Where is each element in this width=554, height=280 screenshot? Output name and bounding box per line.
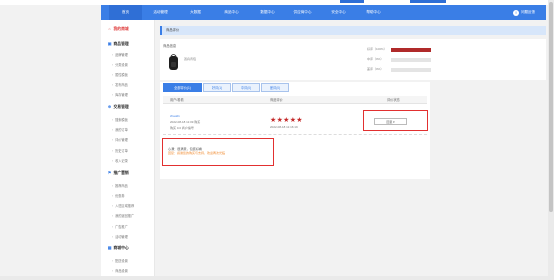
sidebar-item[interactable]: 配送设置: [112, 258, 128, 263]
scrollbar-thumb[interactable]: [549, 2, 553, 212]
sidebar-item[interactable]: 评价管理: [112, 137, 128, 142]
nav-home[interactable]: 首页: [109, 5, 142, 20]
page-title: 商品评价: [166, 28, 180, 32]
box-icon: ▣: [107, 42, 112, 46]
col-header-status: 评价状态: [387, 98, 400, 102]
sidebar-section-mall[interactable]: ⌂ 我的商城: [107, 27, 129, 32]
page-header: 商品评价: [160, 26, 546, 35]
notice-icon[interactable]: !: [513, 9, 519, 16]
col-header-user: 用户/看看: [170, 98, 184, 102]
col-header-review: 商品评价: [270, 98, 283, 102]
nav-activity[interactable]: 活动管理: [144, 5, 177, 20]
nav-data[interactable]: 数据中心: [251, 5, 284, 20]
seller-reply: 回复：感谢您的购买与支持，欢迎再次光临: [168, 151, 226, 155]
rating-bar: [391, 47, 431, 52]
rating-bar: [391, 67, 431, 72]
cart-icon: ⊕: [107, 105, 112, 109]
section-title: 我的商城: [113, 27, 129, 31]
sidebar-item[interactable]: 我的返回推广: [112, 213, 134, 218]
rating-fill: [391, 47, 431, 52]
nav-security[interactable]: 安全中心: [322, 5, 355, 20]
backpack-image: [169, 54, 178, 70]
nav-bigdata[interactable]: 大数据: [179, 5, 212, 20]
feedback-link[interactable]: 问题反馈: [521, 5, 535, 20]
sidebar-section-marketing[interactable]: ⚑ 推广营销: [107, 170, 129, 176]
sidebar-item[interactable]: 广告推广: [112, 224, 128, 229]
user-name[interactable]: zhao01: [170, 114, 180, 118]
sidebar-item[interactable]: 分类设置: [112, 62, 128, 67]
reply-button[interactable]: 回复 ▾: [374, 118, 407, 125]
sidebar-item[interactable]: 推荐商品: [112, 183, 128, 188]
top-action-button[interactable]: [340, 0, 364, 3]
sidebar-item[interactable]: 我的订单: [112, 127, 128, 132]
section-title: 商品管理: [113, 42, 129, 46]
flag-icon: ⚑: [107, 171, 112, 175]
section-title: 商城中心: [113, 246, 129, 250]
horizontal-scrollbar[interactable]: [0, 276, 548, 280]
review-date: 2022-08-18 11:16:19: [270, 125, 298, 129]
sidebar-item[interactable]: 属性模板: [112, 72, 128, 77]
sidebar-item[interactable]: 发布商品: [112, 82, 128, 87]
sidebar-section-products[interactable]: ▣ 商品管理: [107, 41, 129, 47]
rating-label: 好评（100%）: [367, 47, 387, 51]
section-title: 交易管理: [113, 105, 129, 109]
sidebar: [101, 20, 155, 276]
row-divider: [163, 134, 427, 135]
nav-help[interactable]: 帮助中心: [357, 5, 390, 20]
sidebar-item[interactable]: 活动管理: [112, 234, 128, 239]
top-nav: 首页 活动管理 大数据 商品中心 数据中心 供应商中心 安全中心 帮助中心 ! …: [101, 5, 546, 20]
purchase-date: 2022-08-18 11:09 购买: [170, 120, 201, 124]
tab-mid[interactable]: 中评(0): [232, 83, 260, 92]
sidebar-item[interactable]: 收入记录: [112, 158, 128, 163]
tab-bad[interactable]: 差评(0): [261, 83, 289, 92]
tab-all[interactable]: 全部评价(1): [163, 83, 202, 92]
rating-label: 差评（0%）: [367, 67, 384, 71]
home-icon: ⌂: [108, 27, 111, 31]
sidebar-item[interactable]: 商品设置: [112, 268, 128, 273]
review-table: [160, 94, 430, 179]
star-rating: ★★★★★: [270, 117, 303, 124]
rating-label: 中评（0%）: [367, 57, 384, 61]
tab-good[interactable]: 好评(1): [203, 83, 231, 92]
sidebar-item[interactable]: 历史订单: [112, 148, 128, 153]
rating-bar: [391, 57, 431, 62]
sidebar-item[interactable]: 优惠券: [112, 193, 125, 198]
top-login-button[interactable]: [410, 0, 446, 3]
sidebar-item[interactable]: 库存管理: [112, 92, 128, 97]
product-name: 双肩背包: [184, 57, 197, 61]
product-label: 商品信息: [163, 44, 177, 48]
rating-card: [442, 39, 546, 80]
nav-products[interactable]: 商品中心: [215, 5, 248, 20]
store-icon: ▦: [107, 246, 112, 250]
section-title: 推广营销: [113, 171, 129, 175]
nav-supplier[interactable]: 供应商中心: [286, 5, 319, 20]
sidebar-item[interactable]: 入驻区域推荐: [112, 203, 134, 208]
purchase-info: 购买 0.0 商户编号: [170, 126, 194, 130]
sidebar-item[interactable]: 搜索模板: [112, 117, 128, 122]
sidebar-item[interactable]: 品牌管理: [112, 52, 128, 57]
sidebar-section-trade[interactable]: ⊕ 交易管理: [107, 104, 129, 110]
sidebar-section-store[interactable]: ▦ 商城中心: [107, 245, 129, 251]
